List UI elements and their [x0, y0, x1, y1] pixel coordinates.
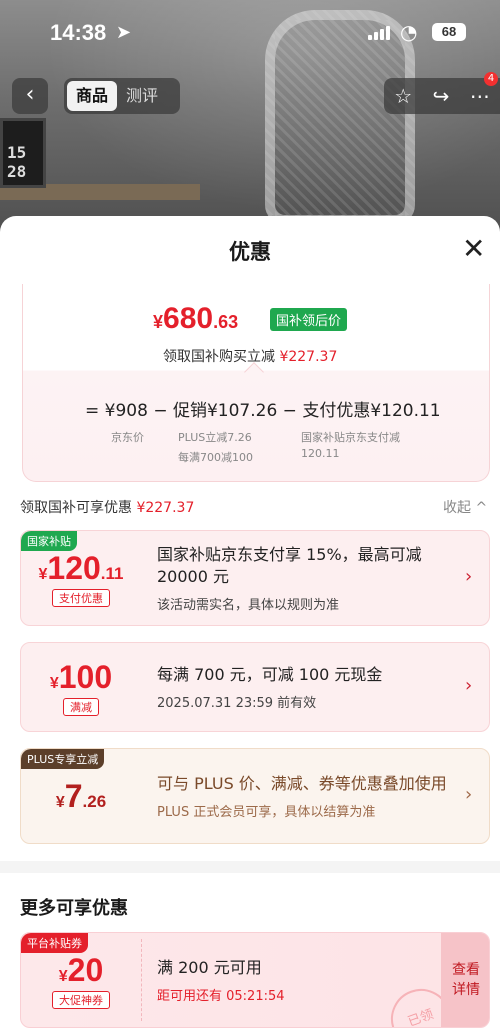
pay-detail-amount: 120.11	[301, 447, 340, 460]
promo-detail-fullcut: 每满700减100	[178, 451, 253, 464]
subsidy-price-tag: 国补领后价	[270, 308, 348, 331]
coupon-amount: ¥7.26	[56, 778, 106, 815]
view-details-line1: 查看	[452, 962, 480, 978]
national-subsidy-coupon[interactable]: 国家补贴 ¥120.11 支付优惠 国家补贴京东支付享 15%，最高可减 200…	[20, 530, 490, 626]
share-icon[interactable]: ↪	[433, 84, 450, 108]
price-symbol: ¥	[153, 312, 164, 332]
collapse-button[interactable]: 收起 ^	[443, 497, 487, 517]
coupon-amount: ¥120.11	[39, 550, 124, 587]
full-reduction-coupon[interactable]: ¥100 满减 每满 700 元，可减 100 元现金 2025.07.31 2…	[20, 642, 490, 732]
chevron-right-icon: ›	[465, 675, 473, 696]
coupon-title: 国家补贴京东支付享 15%，最高可减 20000 元	[157, 544, 422, 586]
coupon-countdown: 距可用还有 05:21:54	[157, 988, 285, 1004]
subsidy-desc-amount: ¥227.37	[279, 349, 338, 365]
chevron-right-icon: ›	[465, 566, 473, 587]
coupon-title: 可与 PLUS 价、满减、券等优惠叠加使用	[157, 773, 447, 793]
favorite-star-icon[interactable]: ☆	[394, 84, 412, 108]
subsidy-section-label: 领取国补可享优惠	[20, 500, 132, 516]
subsidy-desc-text: 领取国补购买立减	[163, 349, 275, 365]
subsidy-section-amount: ¥227.37	[136, 500, 195, 516]
coupon-int: 20	[67, 951, 104, 988]
platform-subsidy-coupon[interactable]: 平台补贴券 ¥20 大促神券 满 200 元可用 距可用还有 05:21:54 …	[20, 932, 490, 1028]
price-integer: 680	[163, 302, 214, 335]
plus-member-coupon[interactable]: PLUS专享立减 ¥7.26 可与 PLUS 价、满减、券等优惠叠加使用 PLU…	[20, 748, 490, 844]
coupon-symbol: ¥	[58, 967, 68, 985]
coupon-amount: ¥100	[50, 659, 112, 696]
coupon-type-pill: 满减	[63, 697, 99, 716]
sheet-title: 优惠	[229, 240, 271, 264]
coupon-info: 国家补贴京东支付享 15%，最高可减 20000 元 该活动需实名，具体以规则为…	[157, 531, 457, 625]
jd-price-label: 京东价	[111, 431, 144, 444]
coupon-amount-block: ¥120.11 支付优惠	[21, 531, 141, 625]
coupon-dashed-divider	[141, 939, 142, 1021]
subsidy-description: 领取国补购买立减 ¥227.37	[163, 346, 337, 366]
coupon-symbol: ¥	[55, 793, 65, 811]
coupon-subtitle: 该活动需实名，具体以规则为准	[157, 597, 340, 613]
status-bar: 14:38 ➤ ◔ 68	[0, 18, 500, 52]
coupon-amount-block: ¥100 满减	[21, 643, 141, 731]
battery-icon: 68	[432, 23, 466, 41]
coupon-amount: ¥20	[59, 952, 104, 989]
monitor-clock: 15 28	[7, 143, 27, 181]
coupon-type-pill: 支付优惠	[52, 588, 110, 607]
coupon-info: 每满 700 元，可减 100 元现金 2025.07.31 23:59 前有效	[157, 643, 457, 731]
coupon-subtitle: PLUS 正式会员可享，具体以结算为准	[157, 804, 376, 820]
coupon-int: 120	[47, 549, 101, 586]
price-decimal: .63	[213, 312, 239, 332]
back-button[interactable]: ‹	[12, 78, 48, 114]
subsidy-section-heading: 领取国补可享优惠 ¥227.37	[20, 497, 194, 517]
product-actions: ☆ ↪ ⋯	[384, 78, 500, 114]
section-separator	[0, 861, 500, 873]
location-arrow-icon: ➤	[116, 22, 132, 43]
tab-review[interactable]: 测评	[117, 81, 167, 111]
close-icon[interactable]: ✕	[462, 234, 485, 264]
coupon-dec: .11	[100, 563, 124, 583]
coupon-info: 可与 PLUS 价、满减、券等优惠叠加使用 PLUS 正式会员可享，具体以结算为…	[157, 749, 457, 843]
promo-detail-plus: PLUS立减7.26	[178, 431, 252, 444]
discount-sheet: 优惠 ✕ ¥680.63 国补领后价 领取国补购买立减 ¥227.37 = ¥9…	[0, 216, 500, 1032]
coupon-amount-block: ¥20 大促神券	[21, 933, 141, 1027]
cellular-signal-icon	[368, 24, 390, 40]
status-time: 14:38	[50, 20, 107, 45]
price-formula: = ¥908 − 促销¥107.26 − 支付优惠¥120.11	[85, 401, 441, 421]
more-icon[interactable]: ⋯	[470, 84, 490, 108]
tab-product[interactable]: 商品	[67, 81, 118, 111]
coupon-subtitle: 2025.07.31 23:59 前有效	[157, 695, 317, 711]
coupon-title: 满 200 元可用	[157, 957, 262, 977]
coupon-dec: .26	[82, 791, 107, 811]
coupon-int: 7	[64, 777, 83, 814]
coupon-info: 满 200 元可用 距可用还有 05:21:54	[157, 933, 417, 1027]
more-discounts-heading: 更多可享优惠	[20, 898, 128, 919]
monitor-image: 15 28	[0, 118, 46, 188]
coupon-amount-block: ¥7.26	[21, 749, 141, 843]
coupon-type-pill: 大促神券	[52, 990, 110, 1009]
product-tabs: 商品 测评	[64, 78, 180, 114]
cart-badge: 4	[484, 72, 498, 86]
wifi-icon: ◔	[400, 20, 418, 44]
view-details-line2: 详情	[452, 982, 480, 998]
coupon-int: 100	[58, 658, 113, 695]
chevron-right-icon: ›	[465, 784, 473, 805]
view-details-button[interactable]: 查看 详情	[441, 933, 489, 1027]
final-price: ¥680.63	[153, 302, 238, 336]
coupon-title: 每满 700 元，可减 100 元现金	[157, 664, 383, 684]
coupon-symbol: ¥	[49, 674, 59, 692]
price-summary-card: ¥680.63 国补领后价 领取国补购买立减 ¥227.37 = ¥908 − …	[22, 284, 490, 482]
